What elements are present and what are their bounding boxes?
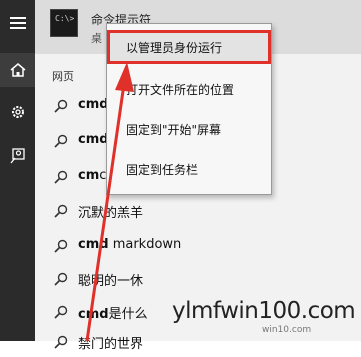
gear-icon [11, 106, 24, 118]
list-item[interactable]: cmd markdown [35, 231, 361, 261]
watermark-small: win10.com [262, 325, 312, 335]
list-item[interactable]: 聪明的一休 [35, 264, 361, 294]
best-match-subtitle: 桌 [91, 32, 102, 45]
home-icon [10, 63, 25, 77]
command-prompt-icon: C:\> [50, 9, 78, 37]
search-icon [54, 335, 68, 349]
search-icon [54, 239, 68, 253]
home-button[interactable] [0, 53, 35, 87]
feedback-icon [9, 148, 25, 164]
context-menu: 以管理员身份运行 打开文件所在的位置 固定到"开始"屏幕 固定到任务栏 [106, 23, 272, 195]
pin-to-start-menu-item[interactable]: 固定到"开始"屏幕 [107, 112, 271, 146]
search-icon [54, 99, 68, 113]
list-item[interactable]: 沉默的羔羊 [35, 196, 361, 226]
menu-button[interactable] [0, 6, 35, 40]
hamburger-menu-icon [9, 17, 26, 29]
run-as-admin-menu-item[interactable]: 以管理员身份运行 [107, 30, 271, 64]
list-item[interactable]: 禁门的世界 [35, 327, 361, 357]
settings-button[interactable] [0, 95, 35, 129]
search-icon [54, 272, 68, 286]
open-file-location-menu-item[interactable]: 打开文件所在的位置 [107, 72, 271, 106]
pin-to-taskbar-menu-item[interactable]: 固定到任务栏 [107, 152, 271, 186]
search-icon [54, 204, 68, 218]
left-rail [0, 0, 35, 341]
section-label-web: 网页 [52, 70, 74, 83]
watermark: ylmfwin100.com [172, 298, 356, 324]
search-icon [54, 134, 68, 148]
search-icon [54, 170, 68, 184]
search-icon [54, 305, 68, 319]
feedback-button[interactable] [0, 139, 35, 173]
